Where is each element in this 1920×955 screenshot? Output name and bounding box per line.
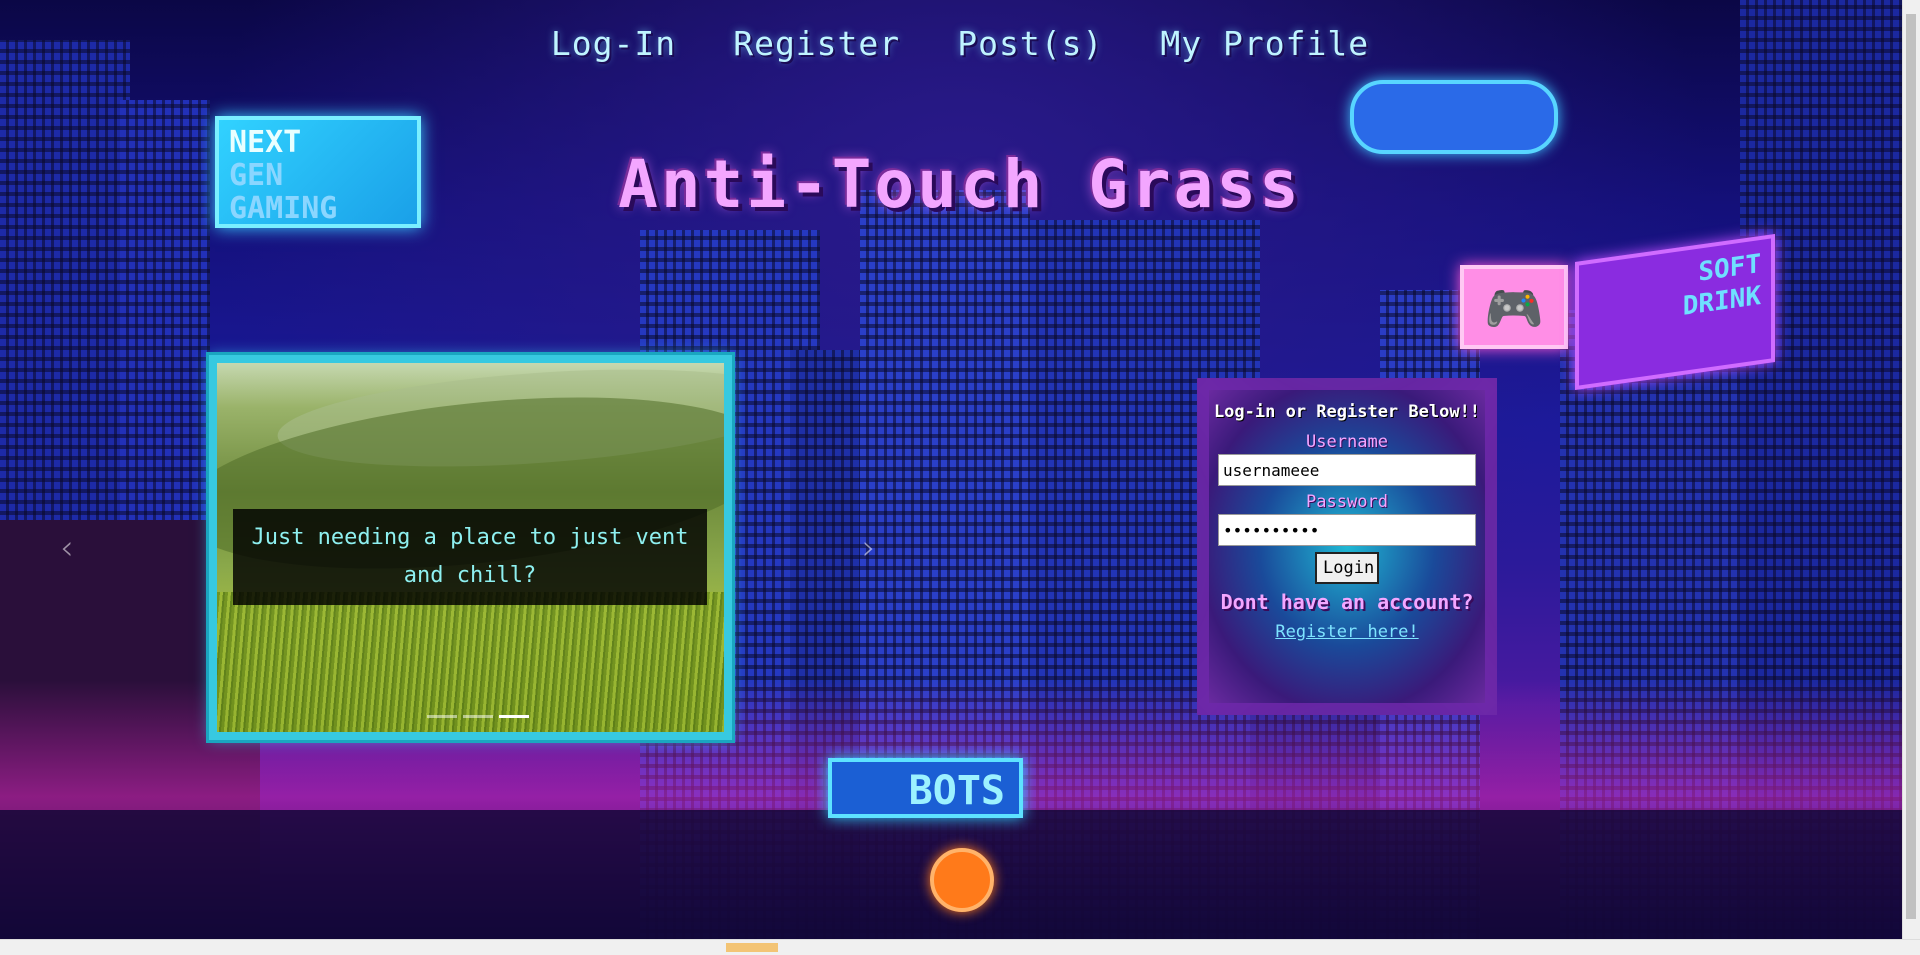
carousel-indicator-active[interactable] (499, 715, 529, 718)
nav-my-profile-link[interactable]: My Profile (1160, 24, 1369, 63)
bots-sign: BOTS (828, 758, 1023, 818)
vertical-scrollbar[interactable] (1902, 0, 1920, 940)
carousel-prev-arrow[interactable]: ‹ (60, 528, 74, 568)
login-heading: Log-in or Register Below!! (1213, 402, 1481, 422)
carousel-image-grass (217, 592, 724, 732)
site-title: Anti-Touch Grass (618, 146, 1302, 224)
image-carousel: Just needing a place to just vent and ch… (209, 355, 732, 740)
carousel-next-arrow[interactable]: › (862, 528, 876, 568)
carousel-indicator[interactable] (463, 715, 493, 718)
scrollbar-thumb[interactable] (726, 943, 778, 952)
username-input[interactable] (1218, 454, 1476, 486)
smiley-sign-icon (930, 848, 994, 912)
gamepad-icon: 🎮 (1460, 265, 1568, 349)
nav-register-link[interactable]: Register (733, 24, 900, 63)
horizontal-scrollbar[interactable] (0, 939, 1920, 955)
login-panel: Log-in or Register Below!! Username Pass… (1197, 378, 1497, 715)
carousel-indicator[interactable] (427, 715, 457, 718)
scrollbar-thumb[interactable] (1906, 14, 1916, 919)
register-here-link[interactable]: Register here! (1275, 622, 1418, 642)
no-account-text: Dont have an account? (1220, 590, 1474, 614)
carousel-caption: Just needing a place to just vent and ch… (233, 509, 707, 605)
main-nav: Log-In Register Post(s) My Profile (0, 24, 1920, 63)
username-label: Username (1306, 432, 1388, 452)
blimp (1350, 80, 1558, 154)
nav-login-link[interactable]: Log-In (551, 24, 676, 63)
nav-posts-link[interactable]: Post(s) (957, 24, 1103, 63)
password-input[interactable] (1218, 514, 1476, 546)
login-button[interactable]: Login (1315, 552, 1379, 584)
password-label: Password (1306, 492, 1388, 512)
carousel-indicators (427, 715, 529, 718)
